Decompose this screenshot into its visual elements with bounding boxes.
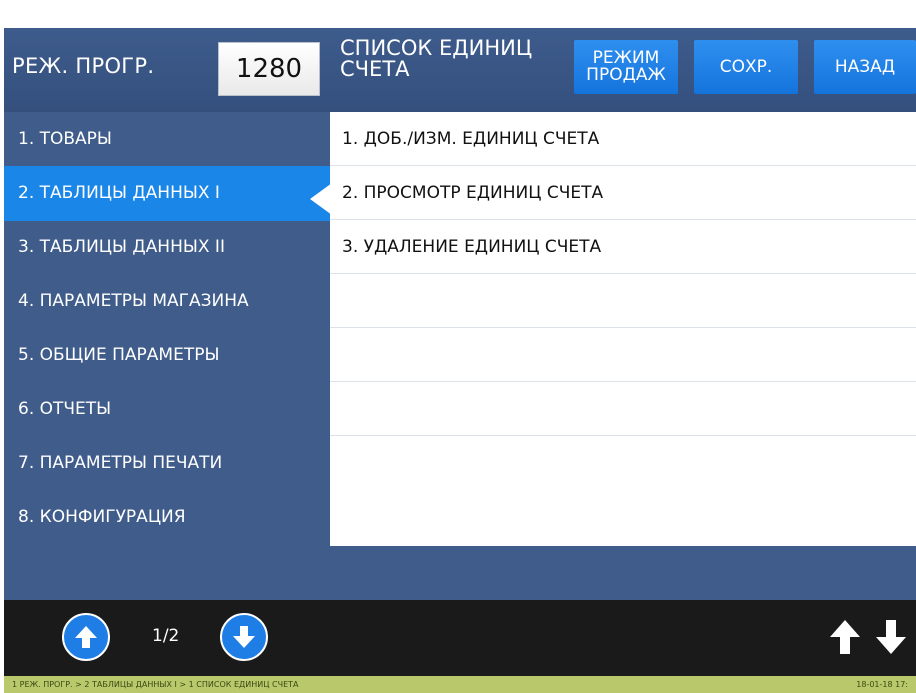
list-row-empty [330, 382, 916, 436]
arrow-down-icon[interactable] [874, 618, 908, 656]
list-row-empty [330, 436, 916, 490]
menu-item-products[interactable]: 1. ТОВАРЫ [4, 112, 330, 167]
back-button[interactable]: НАЗАД [814, 40, 916, 94]
main-menu: 1. ТОВАРЫ 2. ТАБЛИЦЫ ДАННЫХ I 3. ТАБЛИЦЫ… [4, 112, 330, 592]
submenu-item-delete[interactable]: 3. УДАЛЕНИЕ ЕДИНИЦ СЧЕТА [330, 220, 916, 274]
page-title-line2: СЧЕТА [340, 57, 410, 81]
menu-item-store-params[interactable]: 4. ПАРАМЕТРЫ МАГАЗИНА [4, 274, 330, 329]
frame: РЕЖ. ПРОГР. 1280 СПИСОК ЕДИНИЦ СЧЕТА РЕЖ… [0, 0, 916, 693]
save-button[interactable]: СОХР. [694, 40, 798, 94]
mode-code-field[interactable]: 1280 [218, 42, 320, 96]
page-title-line1: СПИСОК ЕДИНИЦ [340, 36, 533, 60]
status-bar: 1 РЕЖ. ПРОГР. > 2 ТАБЛИЦЫ ДАННЫХ I > 1 С… [4, 676, 916, 693]
bottom-bar: 1/2 [4, 600, 916, 676]
list-row-empty [330, 274, 916, 328]
arrow-up-icon[interactable] [828, 618, 862, 656]
datetime-display: 18-01-18 17: [856, 680, 908, 689]
selection-pointer [310, 183, 332, 215]
submenu-list: 1. ДОБ./ИЗМ. ЕДИНИЦ СЧЕТА 2. ПРОСМОТР ЕД… [330, 112, 916, 546]
mode-label: РЕЖ. ПРОГР. [12, 54, 155, 78]
menu-item-general-params[interactable]: 5. ОБЩИЕ ПАРАМЕТРЫ [4, 328, 330, 383]
page-title: СПИСОК ЕДИНИЦ СЧЕТА [340, 38, 570, 80]
arrow-down-circle-icon [233, 626, 255, 648]
menu-item-configuration[interactable]: 8. КОНФИГУРАЦИЯ [4, 490, 330, 545]
submenu-item-view[interactable]: 2. ПРОСМОТР ЕДИНИЦ СЧЕТА [330, 166, 916, 220]
list-row-empty [330, 328, 916, 382]
page-down-button[interactable] [220, 613, 268, 661]
submenu-item-add-edit[interactable]: 1. ДОБ./ИЗМ. ЕДИНИЦ СЧЕТА [330, 112, 916, 166]
sales-mode-label-line2: ПРОДАЖ [586, 65, 666, 85]
arrow-up-circle-icon [75, 626, 97, 648]
breadcrumb: 1 РЕЖ. ПРОГР. > 2 ТАБЛИЦЫ ДАННЫХ I > 1 С… [12, 680, 299, 689]
menu-item-reports[interactable]: 6. ОТЧЕТЫ [4, 382, 330, 437]
menu-item-data-tables-1[interactable]: 2. ТАБЛИЦЫ ДАННЫХ I [4, 166, 330, 221]
page-indicator: 1/2 [152, 626, 180, 646]
header-bar: РЕЖ. ПРОГР. 1280 СПИСОК ЕДИНИЦ СЧЕТА РЕЖ… [4, 28, 916, 112]
page-up-button[interactable] [62, 613, 110, 661]
menu-item-print-params[interactable]: 7. ПАРАМЕТРЫ ПЕЧАТИ [4, 436, 330, 491]
sales-mode-button[interactable]: РЕЖИМ ПРОДАЖ [574, 40, 678, 94]
scale-screen: РЕЖ. ПРОГР. 1280 СПИСОК ЕДИНИЦ СЧЕТА РЕЖ… [4, 28, 916, 693]
menu-item-data-tables-2[interactable]: 3. ТАБЛИЦЫ ДАННЫХ II [4, 220, 330, 275]
